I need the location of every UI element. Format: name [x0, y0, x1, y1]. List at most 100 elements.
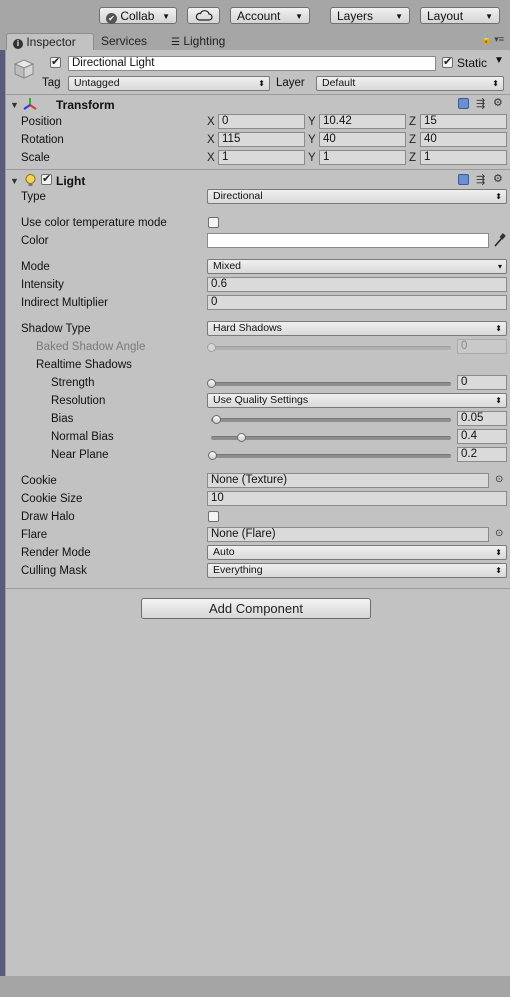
intensity-field[interactable]: 0.6 — [207, 277, 507, 292]
x-axis-label[interactable]: X — [207, 151, 215, 165]
bias-label: Bias — [51, 413, 74, 425]
tab-services[interactable]: Services — [95, 33, 161, 50]
gear-icon[interactable]: ⚙ — [493, 96, 503, 109]
shadow-type-label: Shadow Type — [21, 323, 91, 335]
draw-halo-checkbox[interactable] — [208, 511, 219, 522]
preset-icon[interactable]: ⇶ — [476, 173, 485, 186]
rotation-x-field[interactable]: 115 — [218, 132, 305, 147]
bottom-strip — [0, 976, 510, 997]
type-dropdown[interactable]: Directional ⬍ — [207, 189, 507, 204]
cloud-icon — [195, 10, 213, 21]
resolution-label: Resolution — [51, 395, 106, 407]
resolution-value: Use Quality Settings — [213, 394, 309, 406]
color-label: Color — [21, 235, 49, 247]
cookie-object-field[interactable]: None (Texture) — [207, 473, 489, 488]
help-book-icon[interactable] — [458, 98, 469, 109]
baked-shadow-angle-thumb — [207, 343, 216, 352]
x-axis-label[interactable]: X — [207, 133, 215, 147]
near-plane-slider[interactable] — [211, 454, 451, 458]
account-label: Account — [237, 9, 281, 23]
layers-button[interactable]: Layers ▼ — [330, 7, 410, 24]
gameobject-active-checkbox[interactable] — [50, 55, 61, 68]
strength-field[interactable]: 0 — [457, 375, 507, 390]
divider — [6, 588, 510, 589]
strength-thumb[interactable] — [207, 379, 216, 388]
layers-dropdown-icon: ▼ — [395, 12, 403, 21]
add-component-button[interactable]: Add Component — [141, 598, 371, 619]
layer-dropdown[interactable]: Default ⬍ — [316, 76, 504, 91]
y-axis-label[interactable]: Y — [308, 151, 316, 165]
rotation-z-field[interactable]: 40 — [420, 132, 507, 147]
collab-button[interactable]: ✔ Collab ▼ — [99, 7, 177, 24]
gameobject-name-input[interactable]: Directional Light — [68, 56, 436, 71]
z-axis-label[interactable]: Z — [409, 133, 416, 147]
help-book-icon[interactable] — [458, 174, 469, 185]
lock-icon[interactable]: 🔒 ▾≡ — [481, 34, 504, 45]
color-temperature-label: Use color temperature mode — [21, 217, 167, 229]
light-enabled-checkbox[interactable] — [41, 172, 52, 185]
render-mode-label: Render Mode — [21, 547, 91, 559]
x-axis-label[interactable]: X — [207, 115, 215, 129]
culling-mask-dropdown[interactable]: Everything ⬍ — [207, 563, 507, 578]
shadow-type-dropdown[interactable]: Hard Shadows ⬍ — [207, 321, 507, 336]
cloud-button[interactable] — [187, 7, 220, 24]
position-z-field[interactable]: 15 — [420, 114, 507, 129]
normal-bias-slider[interactable] — [211, 436, 451, 440]
strength-slider[interactable] — [211, 382, 451, 386]
layout-button[interactable]: Layout ▼ — [420, 7, 500, 24]
position-label: Position — [21, 116, 62, 128]
transform-axes-icon — [23, 97, 37, 111]
rotation-y-field[interactable]: 40 — [319, 132, 406, 147]
transform-foldout-icon[interactable]: ▼ — [10, 100, 19, 110]
updown-arrow-icon: ⬍ — [495, 566, 502, 575]
object-picker-icon[interactable]: ⊙ — [495, 474, 503, 485]
scale-z-field[interactable]: 1 — [420, 150, 507, 165]
indirect-multiplier-field[interactable]: 0 — [207, 295, 507, 310]
color-swatch[interactable] — [207, 233, 489, 248]
draw-halo-label: Draw Halo — [21, 511, 75, 523]
scale-y-field[interactable]: 1 — [319, 150, 406, 165]
strength-label: Strength — [51, 377, 95, 389]
normal-bias-thumb[interactable] — [237, 433, 246, 442]
tab-lighting-label: Lighting — [183, 34, 226, 48]
position-y-field[interactable]: 10.42 — [319, 114, 406, 129]
tag-dropdown[interactable]: Untagged ⬍ — [68, 76, 270, 91]
z-axis-label[interactable]: Z — [409, 115, 416, 129]
preset-icon[interactable]: ⇶ — [476, 97, 485, 110]
tab-inspector[interactable]: i Inspector — [6, 33, 94, 50]
normal-bias-field[interactable]: 0.4 — [457, 429, 507, 444]
gameobject-cube-icon — [13, 58, 35, 80]
cookie-size-field[interactable]: 10 — [207, 491, 507, 506]
mode-label: Mode — [21, 261, 50, 273]
divider — [6, 94, 510, 95]
static-checkbox[interactable] — [442, 55, 453, 68]
bias-thumb[interactable] — [212, 415, 221, 424]
account-button[interactable]: Account ▼ — [230, 7, 310, 24]
layout-label: Layout — [427, 9, 464, 23]
object-picker-icon[interactable]: ⊙ — [495, 528, 503, 539]
position-x-field[interactable]: 0 — [218, 114, 305, 129]
static-dropdown-icon[interactable]: ▼ — [494, 54, 504, 68]
bias-field[interactable]: 0.05 — [457, 411, 507, 426]
collab-dropdown-icon: ▼ — [162, 12, 170, 21]
eyedropper-icon[interactable] — [493, 233, 506, 248]
color-temperature-checkbox[interactable] — [208, 217, 219, 228]
type-label: Type — [21, 191, 46, 203]
render-mode-dropdown[interactable]: Auto ⬍ — [207, 545, 507, 560]
flare-object-field[interactable]: None (Flare) — [207, 527, 489, 542]
flare-label: Flare — [21, 529, 48, 541]
bias-slider[interactable] — [211, 418, 451, 422]
light-foldout-icon[interactable]: ▼ — [10, 176, 19, 186]
tab-lighting[interactable]: ☰ Lighting — [165, 33, 245, 50]
near-plane-field[interactable]: 0.2 — [457, 447, 507, 462]
y-axis-label[interactable]: Y — [308, 133, 316, 147]
z-axis-label[interactable]: Z — [409, 151, 416, 165]
mode-dropdown[interactable]: Mixed ▾ — [207, 259, 507, 274]
resolution-dropdown[interactable]: Use Quality Settings ⬍ — [207, 393, 507, 408]
render-mode-value: Auto — [213, 546, 235, 558]
gear-icon[interactable]: ⚙ — [493, 172, 503, 185]
y-axis-label[interactable]: Y — [308, 115, 316, 129]
baked-shadow-angle-field: 0 — [457, 339, 507, 354]
near-plane-thumb[interactable] — [208, 451, 217, 460]
scale-x-field[interactable]: 1 — [218, 150, 305, 165]
